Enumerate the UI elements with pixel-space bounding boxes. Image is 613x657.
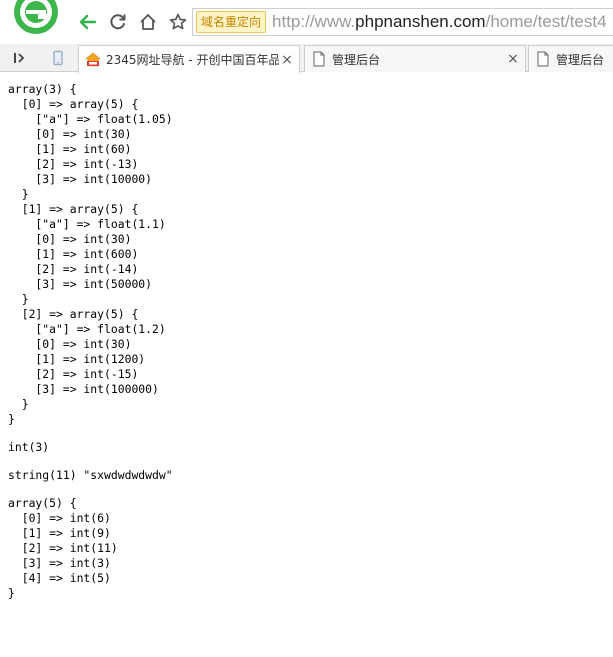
output-line: [0] => int(6) bbox=[8, 511, 111, 525]
browser-toolbar: 域名重定向 http://www.phpnanshen.com/home/tes… bbox=[0, 0, 613, 44]
phone-icon bbox=[53, 50, 63, 66]
tab-2345[interactable]: 2345网址导航 - 开创中国百年品牌 × bbox=[78, 45, 300, 73]
output-line: [3] => int(10000) bbox=[8, 172, 153, 186]
address-bar[interactable]: 域名重定向 http://www.phpnanshen.com/home/tes… bbox=[192, 8, 613, 36]
redirect-badge[interactable]: 域名重定向 bbox=[196, 11, 267, 33]
tab-admin-2[interactable]: 管理后台 bbox=[528, 45, 613, 72]
output-line: [3] => int(50000) bbox=[8, 277, 153, 291]
tab-strip: 2345网址导航 - 开创中国百年品牌 × 管理后台 × 管理后台 bbox=[0, 44, 613, 73]
tab-label: 管理后台 bbox=[332, 52, 381, 67]
reload-button[interactable] bbox=[106, 10, 130, 34]
output-line: [0] => int(30) bbox=[8, 232, 132, 246]
output-line: [3] => int(100000) bbox=[8, 382, 159, 396]
output-line: [2] => int(-15) bbox=[8, 367, 139, 381]
output-line: array(5) { bbox=[8, 496, 77, 510]
sidebar-toggle-button[interactable] bbox=[10, 48, 30, 68]
sidebar-toggle-icon bbox=[14, 53, 25, 63]
output-line: [1] => int(60) bbox=[8, 142, 132, 156]
output-line: [3] => int(3) bbox=[8, 556, 111, 570]
output-line: [1] => array(5) { bbox=[8, 202, 139, 216]
output-line: [1] => int(1200) bbox=[8, 352, 146, 366]
output-line: [1] => int(600) bbox=[8, 247, 139, 261]
2345-site-icon bbox=[85, 52, 101, 68]
output-line: } bbox=[8, 187, 29, 201]
url-scheme: http://www. bbox=[272, 12, 356, 31]
output-line: array(3) { bbox=[8, 82, 77, 96]
star-icon bbox=[169, 13, 187, 30]
home-button[interactable] bbox=[136, 10, 160, 34]
tab-label: 2345网址导航 - 开创中国百年品牌 bbox=[106, 53, 279, 67]
bookmark-star-button[interactable] bbox=[166, 10, 190, 34]
output-line: [0] => array(5) { bbox=[8, 97, 139, 111]
tab-label: 管理后台 bbox=[556, 52, 605, 67]
url-path: /home/test/test4 bbox=[485, 12, 607, 31]
output-line: [4] => int(5) bbox=[8, 571, 111, 585]
browser-logo-icon bbox=[10, 0, 62, 36]
tab-close-icon[interactable]: × bbox=[505, 51, 521, 67]
url-text[interactable]: http://www.phpnanshen.com/home/test/test… bbox=[272, 12, 607, 32]
tab-close-icon[interactable]: × bbox=[279, 52, 295, 68]
page-icon bbox=[311, 51, 327, 67]
output-line: } bbox=[8, 397, 29, 411]
output-line: [2] => int(-14) bbox=[8, 262, 139, 276]
mobile-view-button[interactable] bbox=[48, 48, 68, 68]
output-line: [2] => int(11) bbox=[8, 541, 118, 555]
output-line: ["a"] => float(1.1) bbox=[8, 217, 166, 231]
var-dump-output: array(3) { [0] => array(5) { ["a"] => fl… bbox=[8, 82, 608, 601]
output-line: ["a"] => float(1.2) bbox=[8, 322, 166, 336]
url-host: phpnanshen.com bbox=[355, 12, 486, 31]
output-line: } bbox=[8, 412, 15, 426]
page-icon bbox=[535, 51, 551, 67]
output-line: int(3) bbox=[8, 440, 50, 454]
output-line: [1] => int(9) bbox=[8, 526, 111, 540]
tab-admin-1[interactable]: 管理后台 × bbox=[304, 45, 526, 72]
output-line: [2] => int(-13) bbox=[8, 157, 139, 171]
output-line: [2] => array(5) { bbox=[8, 307, 139, 321]
back-button[interactable] bbox=[76, 10, 100, 34]
home-icon bbox=[140, 14, 156, 30]
output-line: } bbox=[8, 586, 15, 600]
output-line: [0] => int(30) bbox=[8, 127, 132, 141]
output-line: ["a"] => float(1.05) bbox=[8, 112, 173, 126]
output-line: } bbox=[8, 292, 29, 306]
output-line: string(11) "sxwdwdwdwdw" bbox=[8, 468, 173, 482]
back-arrow-icon bbox=[79, 14, 97, 30]
reload-icon bbox=[110, 14, 126, 30]
output-line: [0] => int(30) bbox=[8, 337, 132, 351]
